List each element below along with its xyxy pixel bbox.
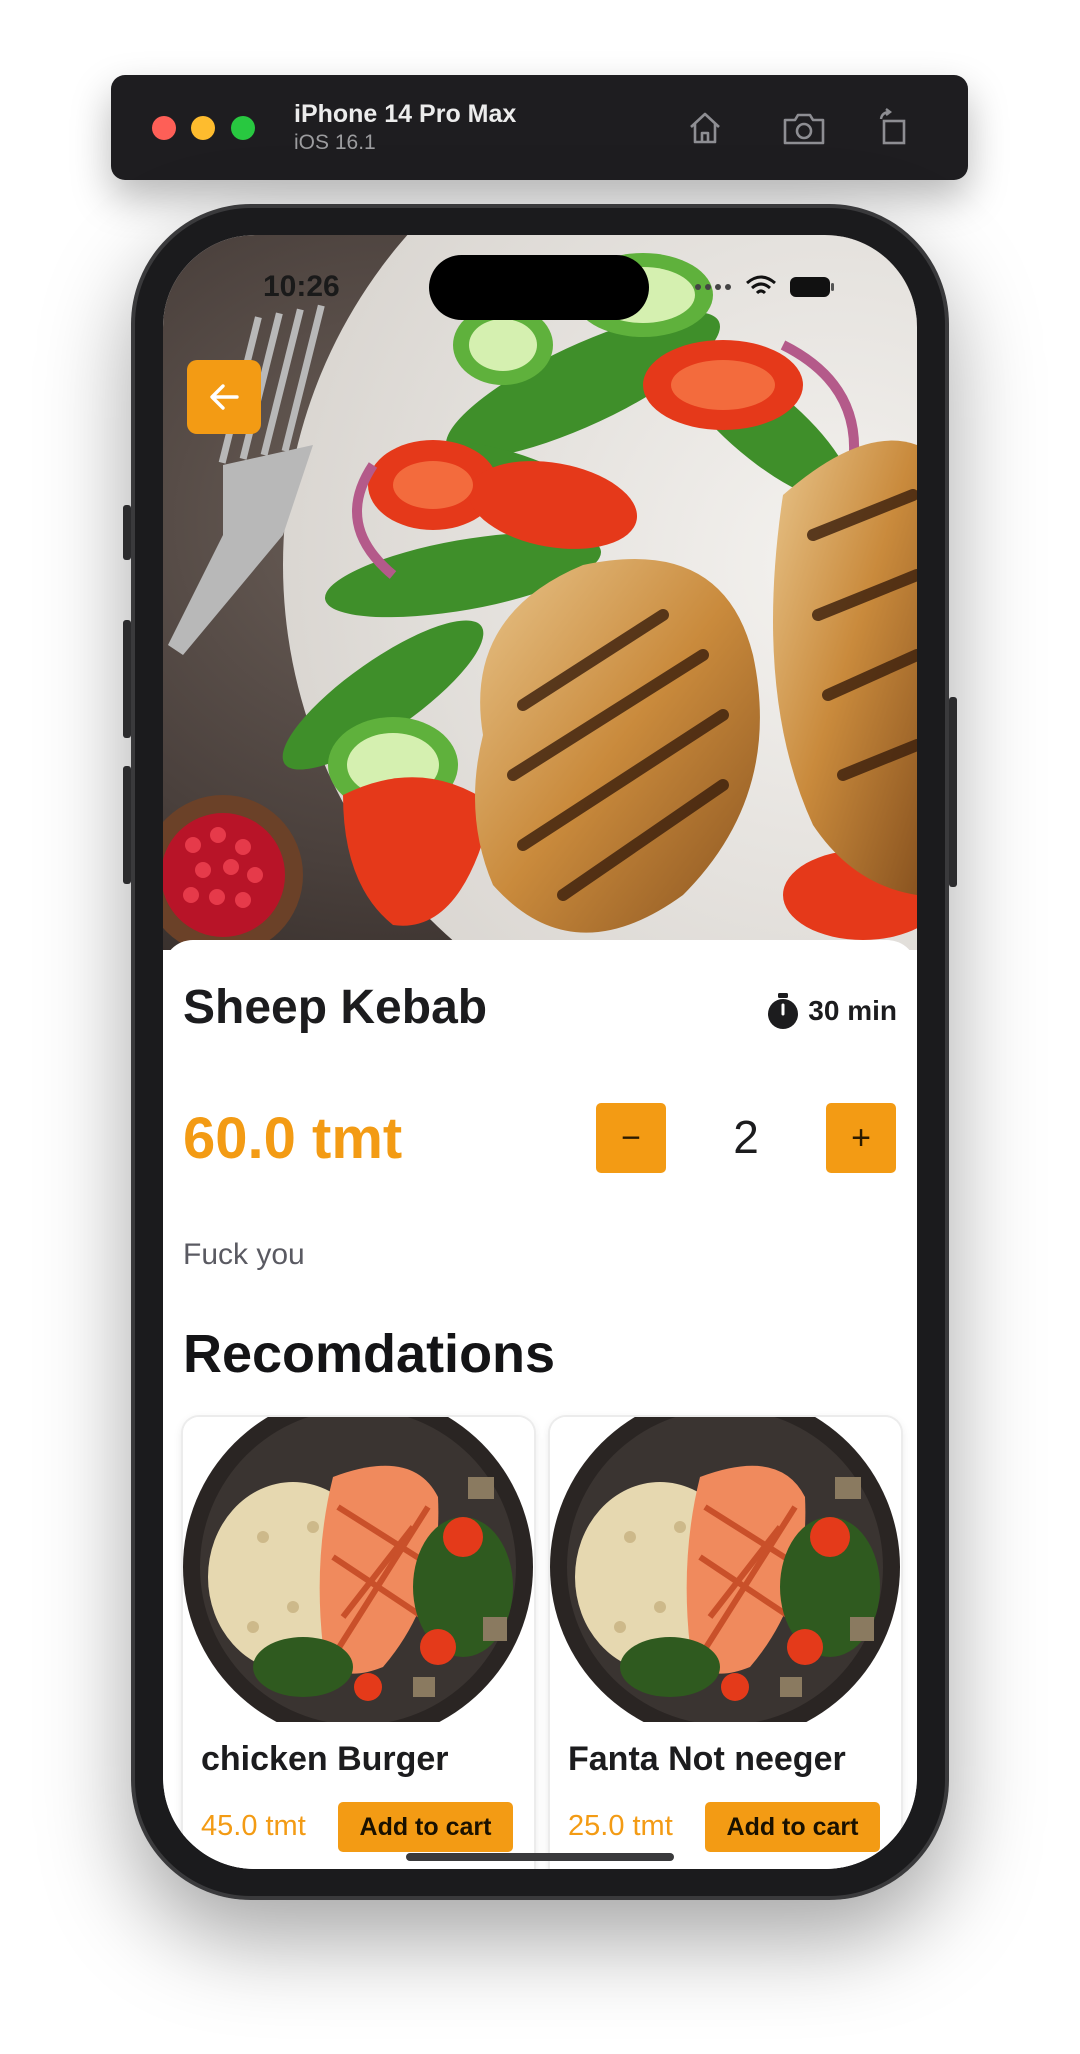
minimize-window-button[interactable] (191, 116, 215, 140)
recommendation-card[interactable]: chicken Burger 45.0 tmt Add to cart (183, 1417, 534, 1869)
status-icons (693, 275, 835, 299)
volume-down-button (123, 766, 131, 884)
add-to-cart-button[interactable]: Add to cart (338, 1802, 513, 1852)
cook-time: 30 min (766, 992, 897, 1030)
mute-switch (123, 505, 131, 560)
device-name: iPhone 14 Pro Max (294, 100, 517, 128)
signal-icon (695, 284, 731, 290)
quantity-value: 2 (733, 1111, 759, 1163)
home-icon[interactable] (680, 103, 730, 153)
close-window-button[interactable] (152, 116, 176, 140)
product-price: 60.0 tmt (183, 1106, 403, 1171)
product-title: Sheep Kebab (183, 981, 488, 1034)
wifi-icon (746, 275, 776, 295)
decrease-quantity-button[interactable]: − (596, 1103, 666, 1173)
rotate-icon[interactable] (869, 103, 919, 153)
cook-time-text: 30 min (808, 995, 897, 1026)
product-hero-image: 10:26 (163, 235, 917, 950)
battery-icon (790, 277, 834, 297)
recommendation-image (550, 1417, 901, 1722)
recommendation-name: Fanta Not neeger (568, 1740, 846, 1778)
power-button (949, 697, 957, 887)
dynamic-island (429, 255, 649, 320)
product-details-sheet: Sheep Kebab 30 min 60.0 tmt − 2 + Fuck y… (163, 940, 917, 1869)
volume-up-button (123, 620, 131, 738)
product-description: Fuck you (183, 1238, 305, 1271)
recommendations-title: Recomdations (183, 1324, 556, 1384)
recommendation-price: 45.0 tmt (201, 1810, 306, 1842)
recommendation-name: chicken Burger (201, 1740, 449, 1778)
status-time: 10:26 (263, 270, 340, 303)
screenshot-icon[interactable] (779, 103, 829, 153)
home-indicator[interactable] (406, 1853, 674, 1861)
stopwatch-icon (768, 993, 799, 1029)
increase-quantity-button[interactable]: + (826, 1103, 896, 1173)
arrow-left-icon (210, 384, 239, 410)
zoom-window-button[interactable] (231, 116, 255, 140)
simulator-title-bar: iPhone 14 Pro Max iOS 16.1 (111, 75, 968, 180)
recommendation-image (183, 1417, 534, 1722)
phone-screen: 10:26 Sheep Kebab 30 min 60.0 tmt − 2 + … (163, 235, 917, 1869)
recommendation-card[interactable]: Fanta Not neeger 25.0 tmt Add to cart (550, 1417, 901, 1869)
back-button[interactable] (187, 360, 261, 434)
recommendation-price: 25.0 tmt (568, 1810, 673, 1842)
os-version: iOS 16.1 (294, 131, 376, 154)
add-to-cart-button[interactable]: Add to cart (705, 1802, 880, 1852)
